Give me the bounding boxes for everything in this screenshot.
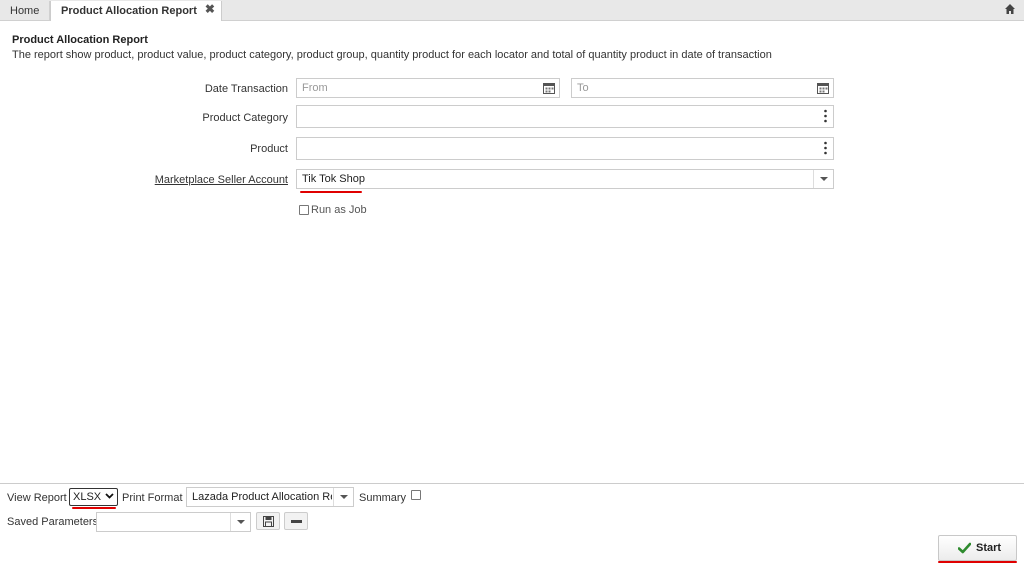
- start-label: Start: [976, 542, 1002, 554]
- tab-bar: Home Product Allocation Report ✖: [0, 0, 1024, 21]
- vertical-dots-icon[interactable]: [824, 141, 827, 155]
- run-as-job-checkbox[interactable]: [299, 205, 309, 215]
- product-label: Product: [250, 143, 288, 155]
- report-description: The report show product, product value, …: [12, 49, 772, 61]
- view-report-value: XLSX: [73, 491, 102, 503]
- tab-product-allocation-report[interactable]: Product Allocation Report ✖: [50, 1, 222, 21]
- bottom-separator: [0, 483, 1024, 484]
- annotation-underline: [72, 507, 116, 509]
- tab-home[interactable]: Home: [0, 1, 51, 21]
- product-category-input[interactable]: [296, 105, 834, 128]
- saved-parameters-label: Saved Parameters: [7, 516, 99, 528]
- chevron-down-icon[interactable]: [333, 488, 353, 506]
- close-icon[interactable]: ✖: [205, 0, 215, 19]
- marketplace-seller-account-value: Tik Tok Shop: [302, 173, 365, 185]
- start-button[interactable]: Start: [938, 535, 1017, 561]
- remove-parameters-button[interactable]: [284, 512, 308, 530]
- date-from-placeholder: From: [302, 82, 328, 94]
- date-to-placeholder: To: [577, 82, 589, 94]
- date-to-input[interactable]: To: [571, 78, 834, 98]
- report-title: Product Allocation Report: [12, 34, 148, 46]
- summary-checkbox[interactable]: [411, 490, 421, 500]
- marketplace-seller-account-link[interactable]: Marketplace Seller Account: [155, 174, 288, 186]
- checkmark-icon: [958, 542, 971, 554]
- product-input[interactable]: [296, 137, 834, 160]
- annotation-underline: [938, 561, 1017, 563]
- chevron-down-icon: [105, 493, 114, 499]
- date-transaction-label: Date Transaction: [204, 83, 288, 95]
- chevron-down-icon[interactable]: [230, 513, 250, 531]
- chevron-down-icon[interactable]: [813, 170, 833, 188]
- save-parameters-button[interactable]: [256, 512, 280, 530]
- floppy-disk-icon: [263, 516, 274, 527]
- annotation-underline: [300, 191, 362, 193]
- view-report-label: View Report: [7, 492, 67, 504]
- calendar-icon[interactable]: [543, 82, 555, 94]
- print-format-select[interactable]: Lazada Product Allocation Re: [186, 487, 354, 507]
- marketplace-seller-account-select[interactable]: Tik Tok Shop: [296, 169, 834, 189]
- home-icon[interactable]: [1004, 3, 1016, 15]
- print-format-value: Lazada Product Allocation Re: [192, 491, 332, 503]
- tab-label: Product Allocation Report: [61, 5, 197, 17]
- summary-label: Summary: [359, 492, 407, 504]
- product-category-label: Product Category: [202, 112, 288, 124]
- date-from-input[interactable]: From: [296, 78, 560, 98]
- view-report-select[interactable]: XLSX: [69, 488, 118, 506]
- saved-parameters-select[interactable]: [96, 512, 251, 532]
- print-format-label: Print Format: [122, 492, 183, 504]
- run-as-job-label: Run as Job: [311, 204, 367, 216]
- vertical-dots-icon[interactable]: [824, 109, 827, 123]
- minus-icon: [291, 520, 302, 523]
- calendar-icon[interactable]: [817, 82, 829, 94]
